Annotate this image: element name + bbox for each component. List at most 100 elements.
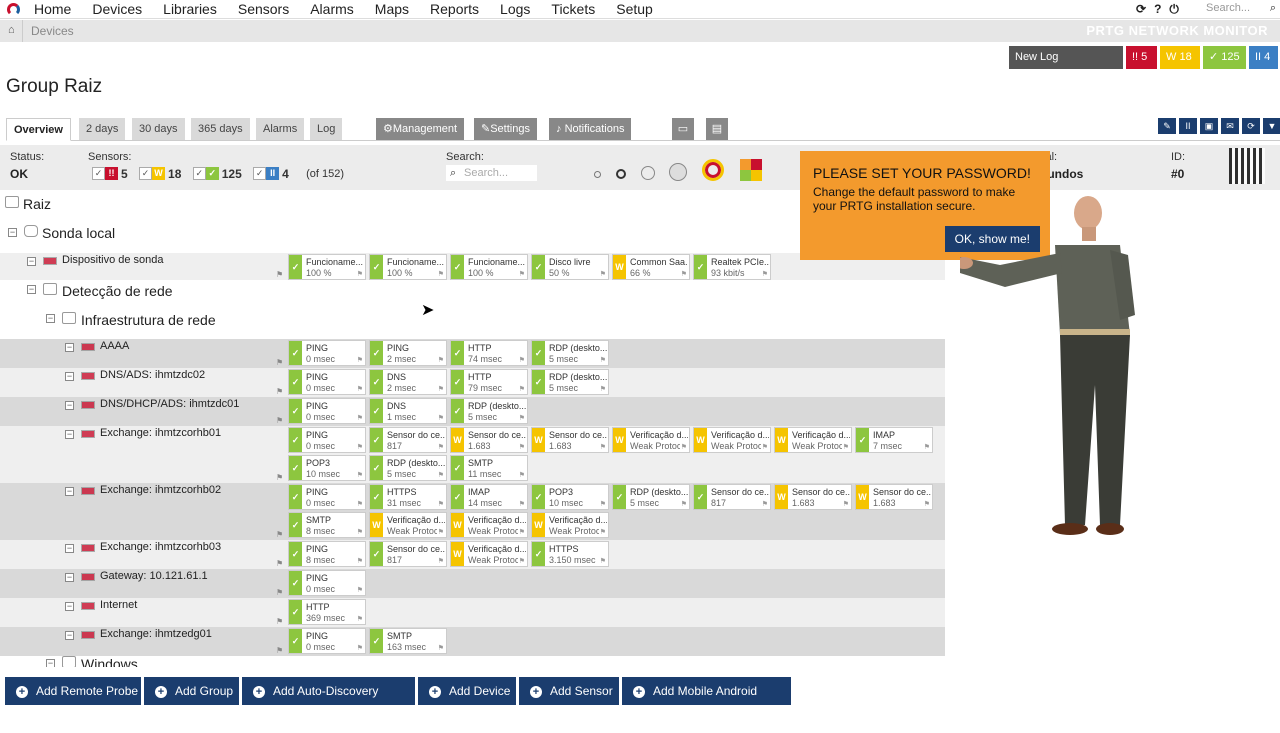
flag-icon[interactable]: ⚑ bbox=[600, 500, 606, 508]
add-sensor-button[interactable]: + Add Sensor bbox=[519, 677, 619, 705]
flag-icon[interactable]: ⚑ bbox=[843, 500, 849, 508]
pause-icon[interactable]: II bbox=[1179, 118, 1197, 134]
sensor-tile[interactable]: ✓ IMAP 14 msec ⚑ bbox=[450, 484, 528, 510]
menu-devices[interactable]: Devices bbox=[92, 1, 142, 17]
flag-icon[interactable]: ⚑ bbox=[438, 270, 444, 278]
add-remote-probe-button[interactable]: + Add Remote Probe bbox=[5, 677, 141, 705]
home-icon[interactable]: ⌂ bbox=[8, 24, 15, 36]
flag-icon[interactable]: ⚑ bbox=[357, 557, 363, 565]
sensor-tile[interactable]: ✓ Realtek PCIe... 93 kbit/s ⚑ bbox=[693, 254, 771, 280]
flag-icon[interactable]: ⚑ bbox=[438, 644, 444, 652]
sensor-tile[interactable]: ✓ DNS 2 msec ⚑ bbox=[369, 369, 447, 395]
flag-icon[interactable]: ⚑ bbox=[519, 528, 525, 536]
flag-icon[interactable]: ⚑ bbox=[438, 356, 444, 364]
flag-icon[interactable]: ⚑ bbox=[519, 356, 525, 364]
flag-icon[interactable]: ⚑ bbox=[519, 270, 525, 278]
menu-reports[interactable]: Reports bbox=[430, 1, 479, 17]
add-mobile-android-probe-button[interactable]: + Add Mobile Android Probe bbox=[622, 677, 791, 726]
sensor-tile[interactable]: ✓ HTTP 79 msec ⚑ bbox=[450, 369, 528, 395]
flag-icon[interactable]: ⚑ bbox=[600, 557, 606, 565]
warning-count-badge[interactable]: W 18 bbox=[1160, 46, 1200, 69]
collapse-toggle[interactable]: − bbox=[8, 228, 17, 237]
device-name[interactable]: Exchange: ihmtzcorhb03 bbox=[100, 541, 221, 553]
flag-icon[interactable]: ⚑ bbox=[600, 385, 606, 393]
sensor-tile[interactable]: W Sensor do ce... 1.683 ⚑ bbox=[774, 484, 852, 510]
tab-alarms[interactable]: Alarms bbox=[256, 118, 305, 140]
email-icon[interactable]: ✉ bbox=[1221, 118, 1239, 134]
flag-icon[interactable]: ⚑ bbox=[519, 471, 525, 479]
flag-icon[interactable]: ⚑ bbox=[681, 270, 687, 278]
alarm-count-badge[interactable]: !! 5 bbox=[1126, 46, 1157, 69]
tab-notifications[interactable]: ♪ Notifications bbox=[549, 118, 632, 140]
flag-icon[interactable]: ⚑ bbox=[438, 557, 444, 565]
sensor-tile[interactable]: W Verificação d... Weak Protoc ⚑ bbox=[693, 427, 771, 453]
collapse-toggle[interactable]: − bbox=[65, 602, 74, 611]
flag-icon[interactable]: ⚑ bbox=[519, 443, 525, 451]
flag-icon[interactable]: ⚑ bbox=[357, 443, 363, 451]
filter-green-checkbox[interactable]: ✓ bbox=[192, 167, 206, 181]
sensor-tile[interactable]: W Verificação d... Weak Protoc ⚑ bbox=[450, 541, 528, 567]
tab-30-days[interactable]: 30 days bbox=[132, 118, 185, 140]
tab-2-days[interactable]: 2 days bbox=[79, 118, 126, 140]
view-size-l-icon[interactable] bbox=[669, 163, 687, 181]
sensor-tile[interactable]: W Sensor do ce... 1.683 ⚑ bbox=[855, 484, 933, 510]
tab-overview[interactable]: Overview bbox=[6, 118, 71, 141]
sensor-tile[interactable]: ✓ IMAP 7 msec ⚑ bbox=[855, 427, 933, 453]
sensor-tile[interactable]: ✓ RDP (deskto... 5 msec ⚑ bbox=[612, 484, 690, 510]
menu-tickets[interactable]: Tickets bbox=[551, 1, 595, 17]
sensor-tile[interactable]: ✓ HTTPS 31 msec ⚑ bbox=[369, 484, 447, 510]
flag-icon[interactable]: ⚑ bbox=[438, 443, 444, 451]
sensor-tile[interactable]: ✓ RDP (deskto... 5 msec ⚑ bbox=[531, 340, 609, 366]
paused-count-badge[interactable]: II 4 bbox=[1249, 46, 1278, 69]
sensor-tile[interactable]: ✓ POP3 10 msec ⚑ bbox=[288, 455, 366, 481]
device-name[interactable]: DNS/DHCP/ADS: ihmtzdc01 bbox=[100, 398, 239, 410]
device-name[interactable]: Exchange: ihmtzcorhb01 bbox=[100, 427, 221, 439]
tab-management[interactable]: ⚙Management bbox=[376, 118, 465, 140]
flag-icon[interactable]: ⚑ bbox=[762, 500, 768, 508]
filter-red-checkbox[interactable]: ✓ bbox=[92, 167, 105, 181]
sensor-tile[interactable]: ✓ PING 0 msec ⚑ bbox=[288, 369, 366, 395]
tree-probe[interactable]: Sonda local bbox=[42, 225, 115, 241]
menu-logs[interactable]: Logs bbox=[500, 1, 530, 17]
view-size-xs-icon[interactable] bbox=[594, 171, 601, 178]
history-icon[interactable]: ▤ bbox=[706, 118, 728, 140]
sensor-tile[interactable]: ✓ RDP (deskto... 5 msec ⚑ bbox=[369, 455, 447, 481]
view-size-s-icon[interactable] bbox=[616, 169, 626, 179]
flag-icon[interactable]: ⚑ bbox=[357, 471, 363, 479]
flag-icon[interactable]: ⚑ bbox=[681, 500, 687, 508]
sensor-tile[interactable]: ✓ PING 2 msec ⚑ bbox=[369, 340, 447, 366]
flag-icon[interactable]: ⚑ bbox=[924, 443, 930, 451]
filter-yellow-checkbox[interactable]: ✓ bbox=[139, 167, 153, 181]
reload-icon[interactable]: ⟳ bbox=[1242, 118, 1260, 134]
flag-icon[interactable]: ⚑ bbox=[600, 443, 606, 451]
add-device-button[interactable]: + Add Device bbox=[418, 677, 516, 705]
sensor-tile[interactable]: W Common Saa... 66 % ⚑ bbox=[612, 254, 690, 280]
flag-icon[interactable]: ⚑ bbox=[600, 356, 606, 364]
flag-icon[interactable]: ⚑ bbox=[357, 615, 363, 623]
clone-icon[interactable]: ▣ bbox=[1200, 118, 1218, 134]
tools-icon[interactable]: ✎ bbox=[1158, 118, 1176, 134]
add-auto-discovery-group-button[interactable]: + Add Auto-Discovery Group bbox=[242, 677, 415, 726]
sensor-tile[interactable]: W Verificação d... Weak Protoc ⚑ bbox=[774, 427, 852, 453]
qr-code[interactable] bbox=[1229, 148, 1265, 184]
sensor-tile[interactable]: W Verificação d... Weak Protoc ⚑ bbox=[369, 512, 447, 538]
sensor-tile[interactable]: ✓ PING 0 msec ⚑ bbox=[288, 628, 366, 654]
new-log-entries-button[interactable]: New Log Entries 16 bbox=[1009, 46, 1123, 86]
sensor-tile[interactable]: ✓ Funcioname... 100 % ⚑ bbox=[450, 254, 528, 280]
help-icon[interactable]: ? bbox=[1154, 2, 1161, 17]
collapse-toggle[interactable]: − bbox=[65, 544, 74, 553]
collapse-toggle[interactable]: − bbox=[46, 659, 55, 667]
menu-sensors[interactable]: Sensors bbox=[238, 1, 289, 17]
sensor-tile[interactable]: W Sensor do ce... 1.683 ⚑ bbox=[531, 427, 609, 453]
sensor-tile[interactable]: ✓ HTTP 369 msec ⚑ bbox=[288, 599, 366, 625]
flag-icon[interactable]: ⚑ bbox=[600, 528, 606, 536]
menu-maps[interactable]: Maps bbox=[375, 1, 409, 17]
flag-icon[interactable]: ⚑ bbox=[357, 414, 363, 422]
treemap-view-icon[interactable] bbox=[740, 159, 762, 181]
sensor-tile[interactable]: ✓ RDP (deskto... 5 msec ⚑ bbox=[450, 398, 528, 424]
collapse-toggle[interactable]: − bbox=[46, 314, 55, 323]
collapse-toggle[interactable]: − bbox=[65, 430, 74, 439]
flag-icon[interactable]: ⚑ bbox=[276, 559, 283, 568]
flag-icon[interactable]: ⚑ bbox=[357, 528, 363, 536]
collapse-toggle[interactable]: − bbox=[65, 372, 74, 381]
